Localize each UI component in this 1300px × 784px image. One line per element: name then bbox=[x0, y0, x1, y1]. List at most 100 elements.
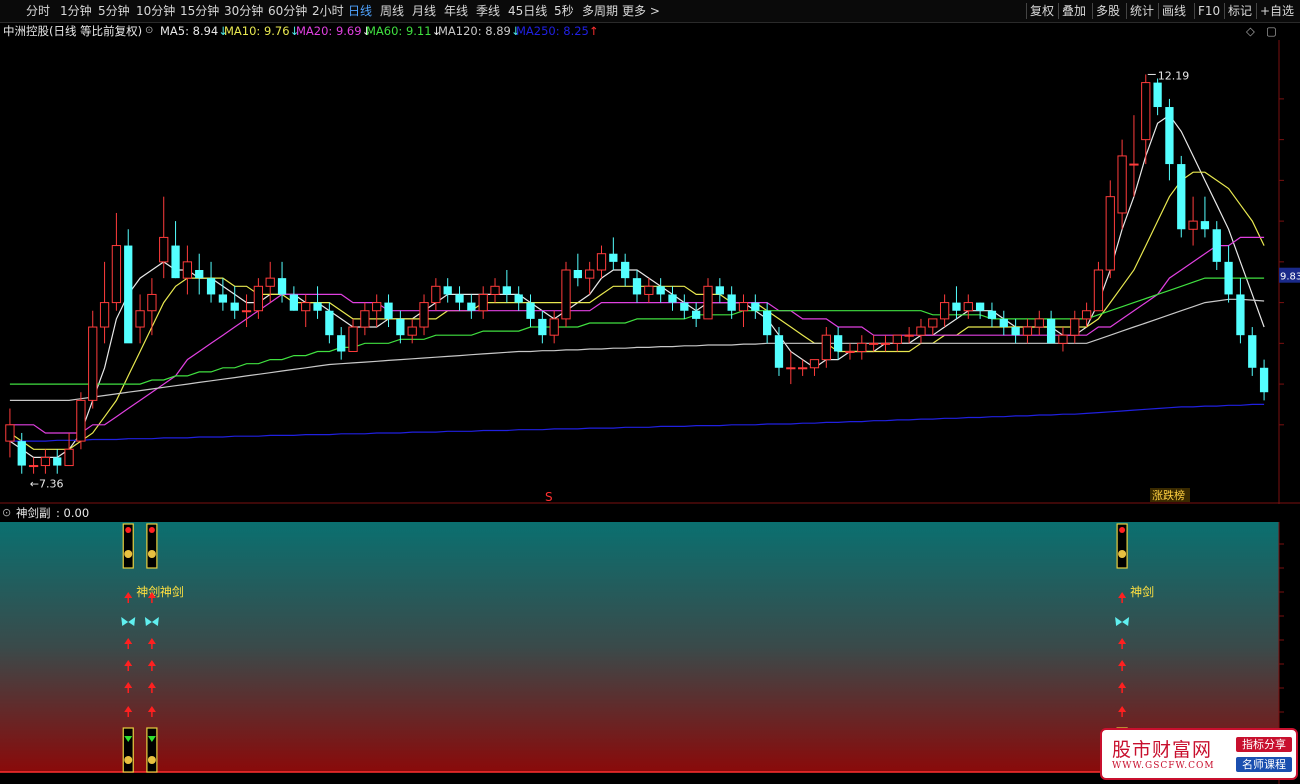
ma-legend-item-5: MA250: 8.25↑ bbox=[516, 24, 599, 38]
candle-body-down bbox=[833, 335, 843, 352]
candle-body-down bbox=[774, 335, 784, 368]
ma-legend-item-0: MA5: 8.94↓ bbox=[160, 24, 228, 38]
toolbar-separator bbox=[1026, 3, 1027, 19]
period-toolbar: 分时 1分钟 5分钟 10分钟 15分钟 30分钟 60分钟 2小时 日线 周线 月线 年线 季线 45日… bbox=[0, 0, 1300, 23]
ma-legend-item-4: MA120: 8.89↓ bbox=[438, 24, 521, 38]
candle-body-up bbox=[490, 285, 500, 295]
candle-body-up bbox=[1093, 269, 1104, 312]
candle-body-down bbox=[526, 302, 535, 319]
candle-body-up bbox=[1117, 155, 1127, 214]
tool-button-7[interactable]: +自选 bbox=[1260, 3, 1294, 19]
toolbar-separator bbox=[1126, 3, 1127, 19]
candle-body-up bbox=[1034, 318, 1044, 328]
candle-body-down bbox=[171, 245, 180, 279]
candle-body-up bbox=[857, 342, 867, 352]
collapse-icon[interactable]: ⊙ bbox=[145, 23, 153, 39]
money-bag-icon bbox=[124, 550, 133, 558]
tool-button-6[interactable]: 标记 bbox=[1228, 3, 1252, 19]
candle-body-down bbox=[230, 302, 239, 311]
candle-body-up bbox=[821, 334, 831, 361]
period-tab-12[interactable]: 季线 bbox=[476, 3, 500, 19]
candle-body-up bbox=[372, 302, 382, 312]
tool-button-4[interactable]: 画线 bbox=[1162, 3, 1186, 19]
candle-body-up bbox=[478, 293, 488, 312]
high-price-label: 12.19 bbox=[1158, 69, 1190, 82]
candle-body-down bbox=[337, 335, 346, 352]
candle-body-down bbox=[1046, 318, 1056, 344]
toolbar-separator bbox=[1058, 3, 1059, 19]
period-tab-6[interactable]: 60分钟 bbox=[268, 3, 307, 19]
tool-button-1[interactable]: 叠加 bbox=[1062, 3, 1086, 19]
ma-trend-arrow: ↑ bbox=[588, 24, 599, 38]
candle-body-up bbox=[644, 285, 654, 295]
candlestick-chart[interactable]: 12.19 ←7.36 9.83 S 涨跌榜 bbox=[0, 40, 1300, 504]
indicator-info-bar: 中洲控股(日线 等比前复权) ⊙ MA5: 8.94↓ MA10: 9.76↓ MA… bbox=[0, 23, 1300, 39]
candle-body-up bbox=[265, 277, 275, 287]
period-tab-15[interactable]: 多周期 bbox=[582, 3, 618, 19]
ma-legend-item-2: MA20: 9.69↓ bbox=[296, 24, 372, 38]
candle-body-down bbox=[573, 270, 582, 279]
candle-body-down bbox=[1259, 367, 1269, 393]
period-tab-9[interactable]: 周线 bbox=[380, 3, 404, 19]
period-tab-2[interactable]: 5分钟 bbox=[98, 3, 130, 19]
tool-button-2[interactable]: 多股 bbox=[1096, 3, 1120, 19]
money-bag-icon bbox=[124, 756, 133, 764]
candle-body-up bbox=[348, 326, 358, 352]
period-tab-4[interactable]: 15分钟 bbox=[180, 3, 219, 19]
period-tab-11[interactable]: 年线 bbox=[444, 3, 468, 19]
signal-bottom-box bbox=[146, 727, 158, 773]
candle-body-down bbox=[384, 302, 393, 319]
period-tab-7[interactable]: 2小时 bbox=[312, 3, 344, 19]
candle-body-up bbox=[549, 318, 559, 336]
period-tab-16[interactable]: 更多 > bbox=[622, 3, 660, 19]
candle-body-up bbox=[585, 269, 595, 279]
period-tab-13[interactable]: 45日线 bbox=[508, 3, 547, 19]
signal-top-dot bbox=[148, 527, 155, 533]
candle-body-up bbox=[135, 310, 145, 328]
candle-body-down bbox=[313, 302, 322, 311]
watermark-tag-course: 名师课程 bbox=[1236, 757, 1292, 772]
candle-body-down bbox=[53, 457, 62, 466]
period-tab-14[interactable]: 5秒 bbox=[554, 3, 574, 19]
candle-body-up bbox=[1105, 196, 1115, 271]
candle-body-down bbox=[1200, 221, 1210, 230]
candle-body-down bbox=[443, 286, 452, 295]
candle-body-down bbox=[538, 318, 547, 336]
period-tab-3[interactable]: 10分钟 bbox=[136, 3, 175, 19]
low-price-label: ←7.36 bbox=[30, 478, 64, 491]
period-tab-5[interactable]: 30分钟 bbox=[224, 3, 263, 19]
tool-button-0[interactable]: 复权 bbox=[1030, 3, 1054, 19]
candle-body-down bbox=[680, 302, 689, 311]
candle-body-down bbox=[656, 286, 665, 295]
candle-body-up bbox=[703, 285, 713, 320]
candle-body-up bbox=[963, 302, 973, 312]
candle-body-down bbox=[621, 261, 630, 279]
diamond-icon[interactable]: ◇ bbox=[1246, 23, 1255, 39]
signal-label: 神剑 bbox=[1130, 584, 1154, 599]
candle-body-down bbox=[751, 302, 760, 311]
ma-line-ma120 bbox=[9, 298, 1265, 401]
window-icon[interactable]: ▢ bbox=[1266, 23, 1277, 39]
candle-body-down bbox=[727, 294, 736, 311]
sub-collapse-icon[interactable]: ⊙ bbox=[2, 505, 11, 521]
period-tab-1[interactable]: 1分钟 bbox=[60, 3, 92, 19]
candle-body-down bbox=[277, 278, 287, 295]
candle-body-down bbox=[632, 278, 642, 295]
period-tab-8[interactable]: 日线 bbox=[348, 3, 372, 19]
period-tab-10[interactable]: 月线 bbox=[412, 3, 436, 19]
tool-button-3[interactable]: 统计 bbox=[1130, 3, 1154, 19]
tool-button-5[interactable]: F10 bbox=[1198, 3, 1220, 19]
candle-body-up bbox=[147, 293, 157, 312]
money-bag-icon bbox=[147, 756, 156, 764]
candle-body-down bbox=[952, 302, 961, 311]
sub-indicator-title: 神剑副 bbox=[16, 506, 51, 520]
watermark-title: 股市财富网 bbox=[1112, 739, 1213, 761]
candle-body-up bbox=[928, 318, 938, 328]
last-price-value: 9.83 bbox=[1280, 272, 1300, 283]
candle-body-up bbox=[939, 302, 950, 320]
candle-body-up bbox=[1070, 318, 1080, 336]
toolbar-separator bbox=[1092, 3, 1093, 19]
candle-body-down bbox=[715, 286, 724, 295]
period-tab-0[interactable]: 分时 bbox=[26, 3, 50, 19]
watermark-logo: 股市财富网 WWW.GSCFW.COM 指标分享 名师课程 bbox=[1100, 728, 1298, 780]
